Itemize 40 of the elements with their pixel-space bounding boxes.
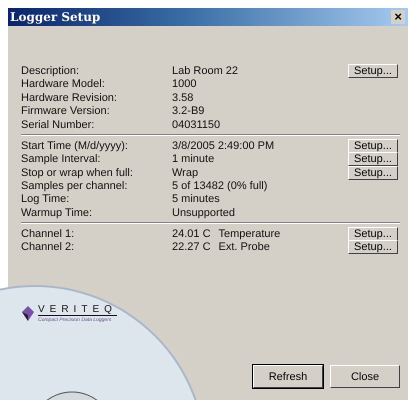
field-value: 5 of 13482 (0% full) <box>172 180 268 192</box>
field-label: Stop or wrap when full: <box>21 166 134 178</box>
field-value: 24.01 C <box>172 228 211 240</box>
setup-button[interactable]: Setup... <box>348 166 398 180</box>
sensor-type: Ext. Probe <box>218 241 270 253</box>
field-label: Samples per channel: <box>21 180 128 192</box>
field-label: Channel 2: <box>21 241 76 253</box>
field-label: Description: <box>21 65 80 77</box>
close-dialog-button[interactable]: Close <box>330 365 400 388</box>
setup-button[interactable]: Setup... <box>348 240 398 254</box>
field-label: Warmup Time: <box>21 206 94 219</box>
field-value: 1000 <box>172 78 196 90</box>
field-label: Serial Number: <box>21 118 96 131</box>
field-value: 04031150 <box>172 118 220 131</box>
close-button[interactable]: × <box>391 10 405 24</box>
field-label: Firmware Version: <box>21 105 111 118</box>
field-value: Unsupported <box>172 206 235 219</box>
field-value: Wrap <box>172 166 198 178</box>
field-label: Channel 1: <box>21 228 76 240</box>
field-label: Start Time (M/d/yyyy): <box>21 140 129 152</box>
setup-button[interactable]: Setup... <box>348 138 398 152</box>
diamond-logo-icon <box>22 306 34 321</box>
field-label: Sample Interval: <box>21 153 102 165</box>
field-value: 3.58 <box>172 92 194 104</box>
field-label: Hardware Model: <box>21 78 106 90</box>
field-value: Lab Room 22 <box>172 65 238 77</box>
field-value: 22.27 C <box>172 241 211 253</box>
field-label: Hardware Revision: <box>21 92 118 104</box>
sensor-type: Temperature <box>218 228 280 240</box>
setup-button[interactable]: Setup... <box>348 226 398 240</box>
field-label: Log Time: <box>21 193 70 206</box>
setup-button[interactable]: Setup... <box>348 64 398 78</box>
field-value: 3/8/2005 2:49:00 PM <box>172 140 274 152</box>
setup-button[interactable]: Setup... <box>348 152 398 166</box>
field-value: 5 minutes <box>172 193 220 206</box>
window-title: Logger Setup <box>10 10 100 24</box>
brand-name: VERITEQ <box>38 304 117 316</box>
refresh-button[interactable]: Refresh <box>253 365 323 388</box>
field-value: 1 minute <box>172 153 214 165</box>
field-value: 3.2-B9 <box>172 105 204 118</box>
